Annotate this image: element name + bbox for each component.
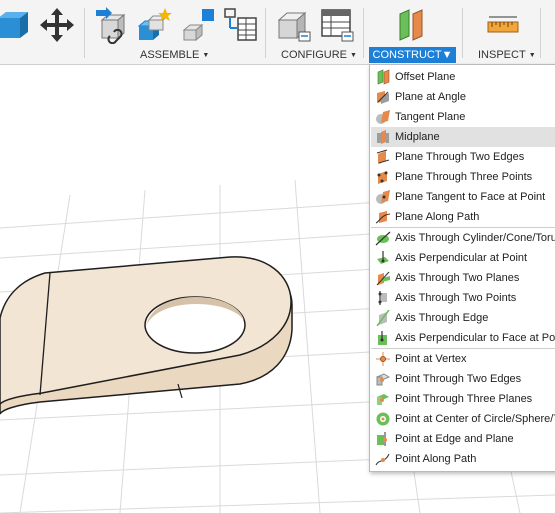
- axis-cylinder-icon: [375, 230, 391, 246]
- point-center-icon: [375, 411, 391, 427]
- point-two-edges-icon: [375, 371, 391, 387]
- menu-item-label: Plane Through Two Edges: [395, 151, 525, 163]
- menu-item-axis-through-two-planes[interactable]: Axis Through Two Planes: [371, 268, 555, 288]
- menu-item-tangent-plane[interactable]: Tangent Plane: [371, 107, 555, 127]
- move-arrows-icon: [40, 8, 74, 42]
- offset-plane-icon: [375, 69, 391, 85]
- point-three-planes-icon: [375, 391, 391, 407]
- box-tool-button[interactable]: [0, 6, 34, 44]
- toolbar: ASSEMBLE ▼ CONFIGURE ▼ CONSTRUCT▼ INSPEC…: [0, 0, 555, 65]
- construct-menu-label[interactable]: CONSTRUCT▼: [369, 47, 456, 63]
- as-built-joint-button[interactable]: [180, 6, 218, 44]
- assemble-menu-label[interactable]: ASSEMBLE ▼: [140, 47, 209, 63]
- menu-item-point-through-two-edges[interactable]: Point Through Two Edges: [371, 369, 555, 389]
- chevron-down-icon: ▼: [441, 49, 453, 61]
- ruler-icon: [487, 16, 519, 33]
- menu-item-midplane[interactable]: Midplane: [371, 127, 555, 147]
- menu-item-axis-perpendicular-at-point[interactable]: Axis Perpendicular at Point: [371, 248, 555, 268]
- chevron-down-icon: ▼: [528, 52, 536, 59]
- new-component-button[interactable]: [94, 6, 132, 44]
- toolbar-separator: [265, 8, 266, 58]
- menu-item-label: Axis Perpendicular at Point: [395, 252, 528, 264]
- point-edge-plane-icon: [375, 431, 391, 447]
- point-vertex-icon: [375, 351, 391, 367]
- new-component-icon: [96, 7, 126, 44]
- plane-along-path-icon: [375, 209, 391, 225]
- toolbar-separator: [540, 8, 541, 58]
- menu-item-label: Plane Along Path: [395, 211, 480, 223]
- menu-item-label: Point Through Three Planes: [395, 393, 533, 405]
- menu-item-point-at-vertex[interactable]: Point at Vertex: [371, 349, 555, 369]
- menu-item-axis-through-two-points[interactable]: Axis Through Two Points: [371, 288, 555, 308]
- menu-item-label: Plane Tangent to Face at Point: [395, 191, 546, 203]
- construct-planes-icon: [399, 9, 423, 41]
- menu-item-plane-through-two-edges[interactable]: Plane Through Two Edges: [371, 147, 555, 167]
- plane-tangent-face-icon: [375, 189, 391, 205]
- menu-item-label: Axis Through Edge: [395, 312, 489, 324]
- menu-item-label: Axis Through Two Planes: [395, 272, 520, 284]
- axis-perpendicular-face-icon: [375, 330, 391, 346]
- move-button[interactable]: [38, 6, 76, 44]
- menu-item-axis-through-edge[interactable]: Axis Through Edge: [371, 308, 555, 328]
- axis-two-planes-icon: [375, 270, 391, 286]
- box-icon: [0, 12, 28, 38]
- axis-two-points-icon: [375, 290, 391, 306]
- menu-item-label: Point at Vertex: [395, 353, 467, 365]
- menu-item-plane-tangent-to-face[interactable]: Plane Tangent to Face at Point: [371, 187, 555, 207]
- chevron-down-icon: ▼: [350, 52, 357, 59]
- menu-item-label: Axis Through Two Points: [395, 292, 517, 304]
- configurations-table-icon: [321, 9, 354, 42]
- measure-button[interactable]: [484, 6, 522, 44]
- menu-item-axis-perpendicular-to-face[interactable]: Axis Perpendicular to Face at Point: [371, 328, 555, 348]
- assemble-label-text: ASSEMBLE: [140, 49, 200, 61]
- table-grid-icon: [224, 8, 257, 41]
- menu-item-point-along-path[interactable]: Point Along Path: [371, 449, 555, 469]
- chevron-down-icon: ▼: [202, 52, 210, 59]
- construct-label-text: CONSTRUCT: [372, 49, 442, 61]
- menu-item-axis-through-cylinder[interactable]: Axis Through Cylinder/Cone/Torus: [371, 228, 555, 248]
- plane-three-points-icon: [375, 169, 391, 185]
- toolbar-separator: [462, 8, 463, 58]
- as-built-joint-icon: [182, 9, 214, 42]
- menu-item-label: Plane Through Three Points: [395, 171, 533, 183]
- menu-item-point-at-edge-and-plane[interactable]: Point at Edge and Plane: [371, 429, 555, 449]
- axis-perpendicular-point-icon: [375, 250, 391, 266]
- plane-two-edges-icon: [375, 149, 391, 165]
- configure-menu-label[interactable]: CONFIGURE ▼: [281, 47, 357, 63]
- construct-dropdown-menu: Offset Plane Plane at Angle Tangent Plan…: [369, 64, 555, 472]
- menu-item-label: Point at Center of Circle/Sphere/Torus: [395, 413, 555, 425]
- inspect-menu-label[interactable]: INSPECT ▼: [478, 47, 536, 63]
- parameters-button[interactable]: [275, 6, 313, 44]
- joint-icon: [137, 8, 172, 40]
- menu-item-plane-at-angle[interactable]: Plane at Angle: [371, 87, 555, 107]
- menu-item-plane-through-three-points[interactable]: Plane Through Three Points: [371, 167, 555, 187]
- joint-origin-button[interactable]: [222, 6, 260, 44]
- menu-item-plane-along-path[interactable]: Plane Along Path: [371, 207, 555, 227]
- midplane-icon: [375, 129, 391, 145]
- joint-button[interactable]: [135, 6, 173, 44]
- menu-item-label: Midplane: [395, 131, 440, 143]
- parameters-cube-icon: [277, 11, 311, 42]
- axis-edge-icon: [375, 310, 391, 326]
- configurations-button[interactable]: [318, 6, 356, 44]
- menu-item-label: Offset Plane: [395, 71, 456, 83]
- menu-item-point-at-center[interactable]: Point at Center of Circle/Sphere/Torus: [371, 409, 555, 429]
- menu-item-offset-plane[interactable]: Offset Plane: [371, 67, 555, 87]
- tangent-plane-icon: [375, 109, 391, 125]
- menu-item-label: Plane at Angle: [395, 91, 466, 103]
- menu-item-label: Tangent Plane: [395, 111, 466, 123]
- construct-plane-button[interactable]: [392, 6, 430, 44]
- menu-item-label: Axis Through Cylinder/Cone/Torus: [395, 232, 555, 244]
- menu-item-label: Point Through Two Edges: [395, 373, 522, 385]
- inspect-label-text: INSPECT: [478, 49, 526, 61]
- configure-label-text: CONFIGURE: [281, 49, 347, 61]
- toolbar-separator: [363, 8, 364, 58]
- menu-item-point-through-three-planes[interactable]: Point Through Three Planes: [371, 389, 555, 409]
- menu-item-label: Axis Perpendicular to Face at Point: [395, 332, 555, 344]
- toolbar-separator: [84, 8, 85, 58]
- point-along-path-icon: [375, 451, 391, 467]
- menu-item-label: Point at Edge and Plane: [395, 433, 514, 445]
- menu-item-label: Point Along Path: [395, 453, 477, 465]
- plane-at-angle-icon: [375, 89, 391, 105]
